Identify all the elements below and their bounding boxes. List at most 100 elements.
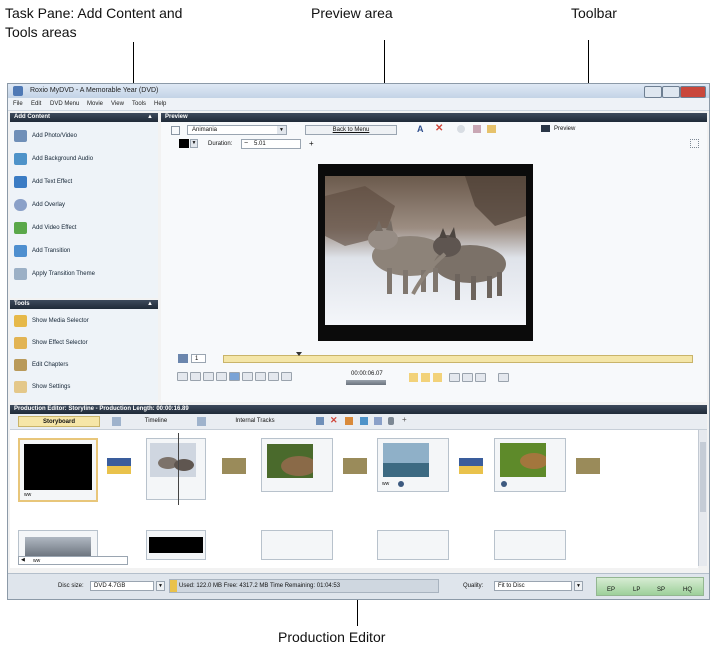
storyboard-clip[interactable] [494, 438, 566, 492]
step-back-button[interactable] [203, 372, 214, 381]
preview-header: Preview [161, 113, 707, 122]
trim-start-button[interactable] [449, 373, 460, 382]
chevron-down-icon[interactable]: ▼ [156, 581, 165, 591]
storyboard-clip[interactable] [261, 438, 333, 492]
task-add-photo-video[interactable]: Add Photo/Video [14, 128, 154, 145]
plus-icon[interactable]: + [309, 139, 314, 148]
timecode: 00:00:06.07 [351, 371, 383, 377]
chevron-down-icon[interactable]: ▼ [190, 139, 198, 148]
delete-icon[interactable]: ✕ [435, 123, 443, 134]
duration-label: Duration: [208, 141, 233, 147]
task-apply-transition-theme[interactable]: Apply Transition Theme [14, 266, 154, 283]
back-to-menu-button[interactable]: Back to Menu [305, 125, 397, 135]
task-edit-chapters[interactable]: Edit Chapters [14, 357, 154, 374]
grid-icon[interactable] [473, 125, 481, 133]
close-button[interactable] [680, 86, 706, 98]
storyboard-clip[interactable] [261, 530, 333, 560]
transition-slot[interactable] [107, 458, 131, 474]
task-add-overlay[interactable]: Add Overlay [14, 197, 154, 214]
effects-icon[interactable] [374, 417, 382, 425]
storyboard-clip[interactable] [494, 530, 566, 560]
rewind-button[interactable] [190, 372, 201, 381]
loop-button[interactable] [281, 372, 292, 381]
minimize-button[interactable] [644, 86, 662, 98]
chevron-left-icon[interactable]: ◀ [21, 557, 25, 563]
delete-icon[interactable]: ✕ [330, 415, 338, 426]
task-show-media-selector[interactable]: Show Media Selector [14, 313, 154, 330]
preview-label[interactable]: Preview [554, 126, 575, 132]
task-show-effect-selector[interactable]: Show Effect Selector [14, 335, 154, 352]
chevron-down-icon[interactable]: ▼ [277, 126, 286, 134]
text-color-icon[interactable]: A [417, 124, 424, 134]
minus-icon[interactable]: − [244, 140, 248, 147]
menu-file[interactable]: File [13, 101, 23, 107]
task-add-background-audio[interactable]: Add Background Audio [14, 151, 154, 168]
production-editor-header: Production Editor: Storyline - Productio… [10, 405, 707, 414]
storyboard-clip[interactable]: ww [377, 438, 449, 492]
storyboard-clip[interactable] [146, 433, 206, 505]
tools-header[interactable]: Tools ▲ [10, 300, 158, 309]
tab-internal-tracks[interactable]: Internal Tracks [210, 416, 300, 427]
menu-edit[interactable]: Edit [31, 101, 41, 107]
menu-tools[interactable]: Tools [132, 101, 146, 107]
storyboard-clip[interactable]: ww [18, 438, 98, 502]
tab-storyboard[interactable]: Storyboard [18, 416, 100, 427]
add-media-icon[interactable] [316, 417, 324, 425]
mark-in-button[interactable] [409, 373, 418, 382]
storyboard-clip[interactable] [377, 530, 449, 560]
plus-icon[interactable]: + [402, 415, 407, 424]
task-add-transition[interactable]: Add Transition [14, 243, 154, 260]
trim-end-button[interactable] [475, 373, 486, 382]
tab-timeline[interactable]: Timeline [125, 416, 187, 427]
safe-area-icon[interactable] [690, 139, 699, 148]
task-show-settings[interactable]: Show Settings [14, 379, 154, 396]
font-select[interactable]: Animania ▼ [187, 125, 287, 135]
split-button[interactable] [433, 373, 442, 382]
stop-button[interactable] [216, 372, 227, 381]
crown-icon[interactable] [487, 125, 496, 133]
task-add-video-effect[interactable]: Add Video Effect [14, 220, 154, 237]
task-add-text-effect[interactable]: Add Text Effect [14, 174, 154, 191]
collapse-icon[interactable]: ▲ [147, 113, 153, 122]
monitor-icon[interactable] [541, 125, 550, 132]
go-to-end-button[interactable] [268, 372, 279, 381]
scrub-marker[interactable] [296, 352, 302, 356]
scrub-bar[interactable] [223, 352, 693, 363]
disc-size-select[interactable]: DVD 4.7GB [90, 581, 154, 591]
quality-select[interactable]: Fit to Disc [494, 581, 572, 591]
text-tool-icon[interactable] [171, 126, 180, 135]
transition-slot[interactable] [576, 458, 600, 474]
mark-out-button[interactable] [421, 373, 430, 382]
fast-forward-button[interactable] [255, 372, 266, 381]
step-forward-button[interactable] [242, 372, 253, 381]
collapse-icon[interactable]: ▲ [147, 300, 153, 309]
transition-slot[interactable] [459, 458, 483, 474]
color-swatch[interactable] [179, 139, 189, 148]
maximize-button[interactable] [662, 86, 680, 98]
trim-icon[interactable] [345, 417, 353, 425]
add-content-header[interactable]: Add Content ▲ [10, 113, 158, 122]
menu-help[interactable]: Help [154, 101, 166, 107]
chevron-down-icon[interactable]: ▼ [574, 581, 583, 591]
storyboard-clip[interactable] [146, 530, 206, 560]
settings-icon [14, 381, 27, 393]
chapter-icon[interactable] [178, 354, 188, 363]
menu-view[interactable]: View [111, 101, 124, 107]
transition-slot[interactable] [222, 458, 246, 474]
menu-movie[interactable]: Movie [87, 101, 103, 107]
audio-icon[interactable] [360, 417, 368, 425]
volume-bar[interactable] [346, 380, 386, 385]
transition-slot[interactable] [343, 458, 367, 474]
chapter-number-field[interactable]: 1 [191, 354, 206, 363]
menu-dvd-menu[interactable]: DVD Menu [50, 101, 79, 107]
storyboard-bottom-field[interactable]: ◀ ww [18, 556, 128, 565]
play-button[interactable] [229, 372, 240, 381]
go-to-start-button[interactable] [177, 372, 188, 381]
undo-icon[interactable] [457, 125, 465, 133]
trim-split-button[interactable] [462, 373, 473, 382]
snapshot-button[interactable] [498, 373, 509, 382]
scrollbar-thumb[interactable] [700, 442, 706, 512]
duration-field[interactable]: − 5.01 [241, 139, 301, 149]
microphone-icon[interactable] [388, 417, 394, 425]
storyboard-scrollbar[interactable] [698, 430, 707, 566]
